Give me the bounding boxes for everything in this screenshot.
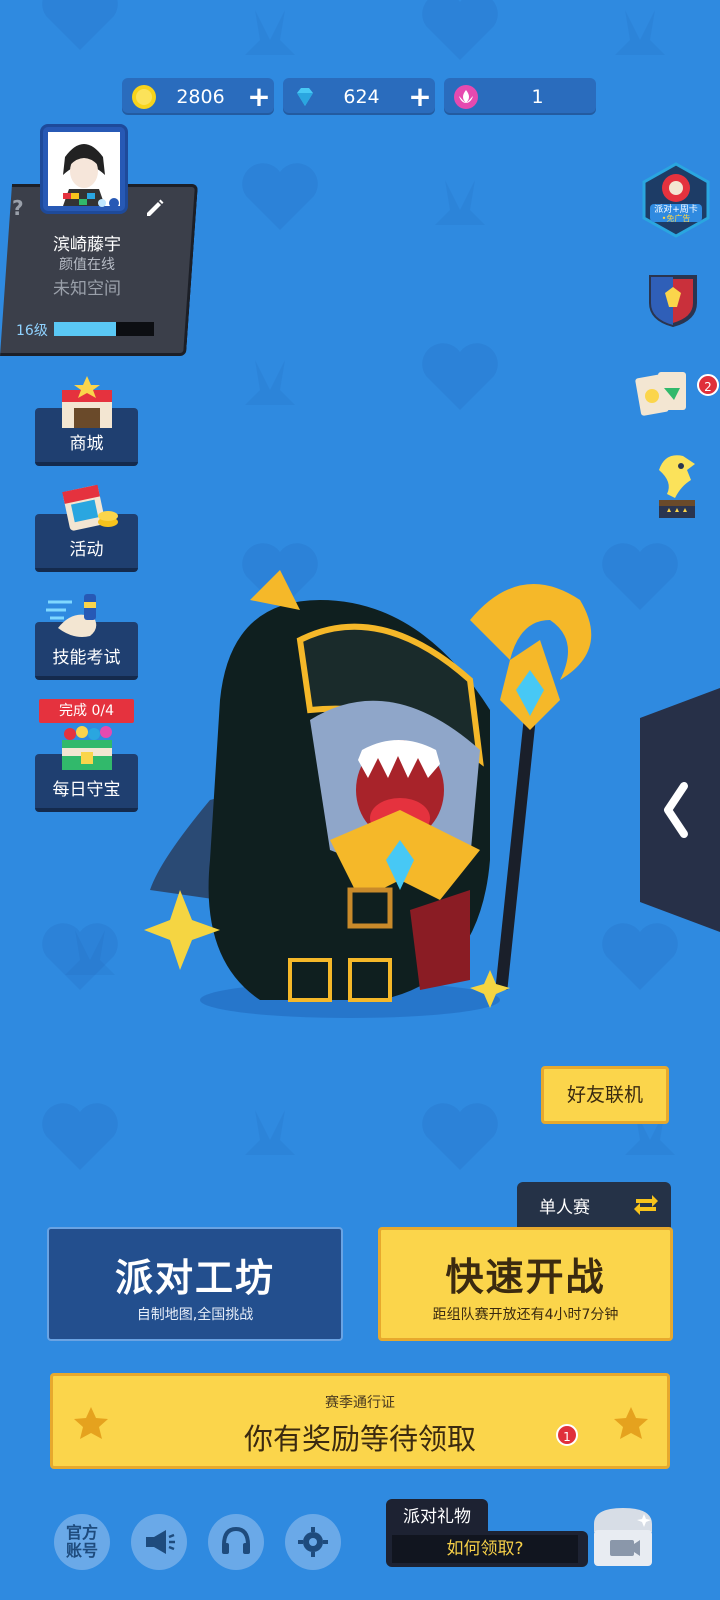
shop-icon xyxy=(62,376,112,428)
hat-pattern-icon xyxy=(245,1110,295,1155)
trophy-icon[interactable] xyxy=(651,450,703,522)
player-level: 16级 xyxy=(16,323,48,339)
hat-pattern-icon xyxy=(615,10,665,55)
season-pass-title: 赛季通行证 xyxy=(325,1395,395,1411)
avatar-image xyxy=(48,132,120,208)
gear-icon xyxy=(298,1527,328,1557)
daily-treasure-label: 每日守宝 xyxy=(52,780,121,800)
gift-how-label: 如何领取? xyxy=(392,1535,578,1563)
hat-pattern-icon xyxy=(435,180,485,225)
exam-icon xyxy=(46,594,97,637)
player-space: 未知空间 xyxy=(53,279,121,299)
add-gems-button[interactable]: + xyxy=(405,82,435,111)
official-line-1: 官方 xyxy=(65,1523,98,1542)
party-weekly-card-icon[interactable]: 派对+周卡 •免广告 xyxy=(638,160,714,238)
mode-label: 单人赛 xyxy=(539,1198,590,1218)
quick-battle-button[interactable]: 快速开战 距组队赛开放还有4小时7分钟 xyxy=(378,1227,673,1341)
friend-online-button[interactable]: 好友联机 xyxy=(541,1066,669,1124)
party-workshop-subtitle: 自制地图,全国挑战 xyxy=(136,1307,254,1323)
heart-pattern-icon xyxy=(242,163,318,230)
coin-amount: 2806 xyxy=(176,85,225,108)
gem-counter: 624 + xyxy=(283,78,435,115)
announcement-button[interactable] xyxy=(131,1514,187,1570)
add-coins-button[interactable]: + xyxy=(244,82,274,111)
customer-service-button[interactable] xyxy=(208,1514,264,1570)
official-line-2: 账号 xyxy=(65,1541,98,1560)
party-workshop-title: 派对工坊 xyxy=(114,1256,275,1300)
heart-pattern-icon xyxy=(422,1103,498,1170)
hat-pattern-icon xyxy=(245,10,295,55)
game-mode-tab[interactable]: 单人赛 xyxy=(517,1182,671,1228)
daily-progress-badge: 完成 0/4 xyxy=(39,699,134,723)
events-label: 活动 xyxy=(69,540,104,560)
quick-battle-title: 快速开战 xyxy=(445,1255,606,1299)
video-chest-icon[interactable] xyxy=(588,1502,658,1570)
coin-icon xyxy=(132,84,156,109)
heart-pattern-icon xyxy=(422,343,498,410)
side-panel-toggle[interactable] xyxy=(640,688,720,932)
svg-text:•免广告: •免广告 xyxy=(662,213,691,223)
lotus-counter: 1 xyxy=(444,78,596,115)
season-pass-badge: 1 xyxy=(556,1424,578,1446)
lotus-icon xyxy=(454,84,478,109)
cards-icon[interactable] xyxy=(634,366,694,422)
star-right-icon xyxy=(614,1407,648,1439)
treasure-icon xyxy=(62,726,112,770)
lotus-amount: 1 xyxy=(531,85,544,108)
megaphone-icon xyxy=(146,1530,175,1554)
ranking-shield-icon[interactable] xyxy=(647,273,699,327)
edit-pencil-icon[interactable] xyxy=(143,196,165,218)
gem-amount: 624 xyxy=(343,85,380,108)
season-pass-bar[interactable]: 赛季通行证 你有奖励等待领取 1 xyxy=(50,1373,670,1469)
avatar[interactable] xyxy=(40,124,128,214)
swap-icon[interactable] xyxy=(632,1191,660,1219)
character-mage xyxy=(144,570,592,1018)
gift-how-to-claim[interactable]: 如何领取? xyxy=(386,1531,588,1567)
coin-counter: 2806 + xyxy=(122,78,274,115)
heart-pattern-icon xyxy=(422,0,498,60)
xp-fill xyxy=(54,322,116,336)
official-account-button[interactable]: 官方 账号 xyxy=(54,1514,110,1570)
official-account-label: 官方 账号 xyxy=(66,1524,98,1560)
hat-pattern-icon xyxy=(65,930,115,975)
hat-pattern-icon xyxy=(245,360,295,405)
party-gift-title: 派对礼物 xyxy=(386,1499,488,1535)
calendar-icon xyxy=(62,484,118,531)
shop-label: 商城 xyxy=(69,434,104,454)
cards-notification-badge: 2 xyxy=(697,374,719,396)
heart-pattern-icon xyxy=(42,1103,118,1170)
heart-pattern-icon xyxy=(42,0,118,50)
player-status: 颜值在线 xyxy=(59,257,115,273)
xp-bar xyxy=(54,322,154,336)
help-icon[interactable]: ? xyxy=(12,196,24,220)
player-name: 滨崎藤宇 xyxy=(53,235,121,255)
quick-battle-subtitle: 距组队赛开放还有4小时7分钟 xyxy=(432,1307,619,1323)
party-gift-panel[interactable]: 派对礼物 如何领取? xyxy=(386,1499,588,1567)
party-workshop-button[interactable]: 派对工坊 自制地图,全国挑战 xyxy=(47,1227,343,1341)
settings-button[interactable] xyxy=(285,1514,341,1570)
skill-exam-label: 技能考试 xyxy=(52,648,121,668)
headset-icon xyxy=(222,1526,250,1554)
diamond-icon xyxy=(297,87,313,106)
